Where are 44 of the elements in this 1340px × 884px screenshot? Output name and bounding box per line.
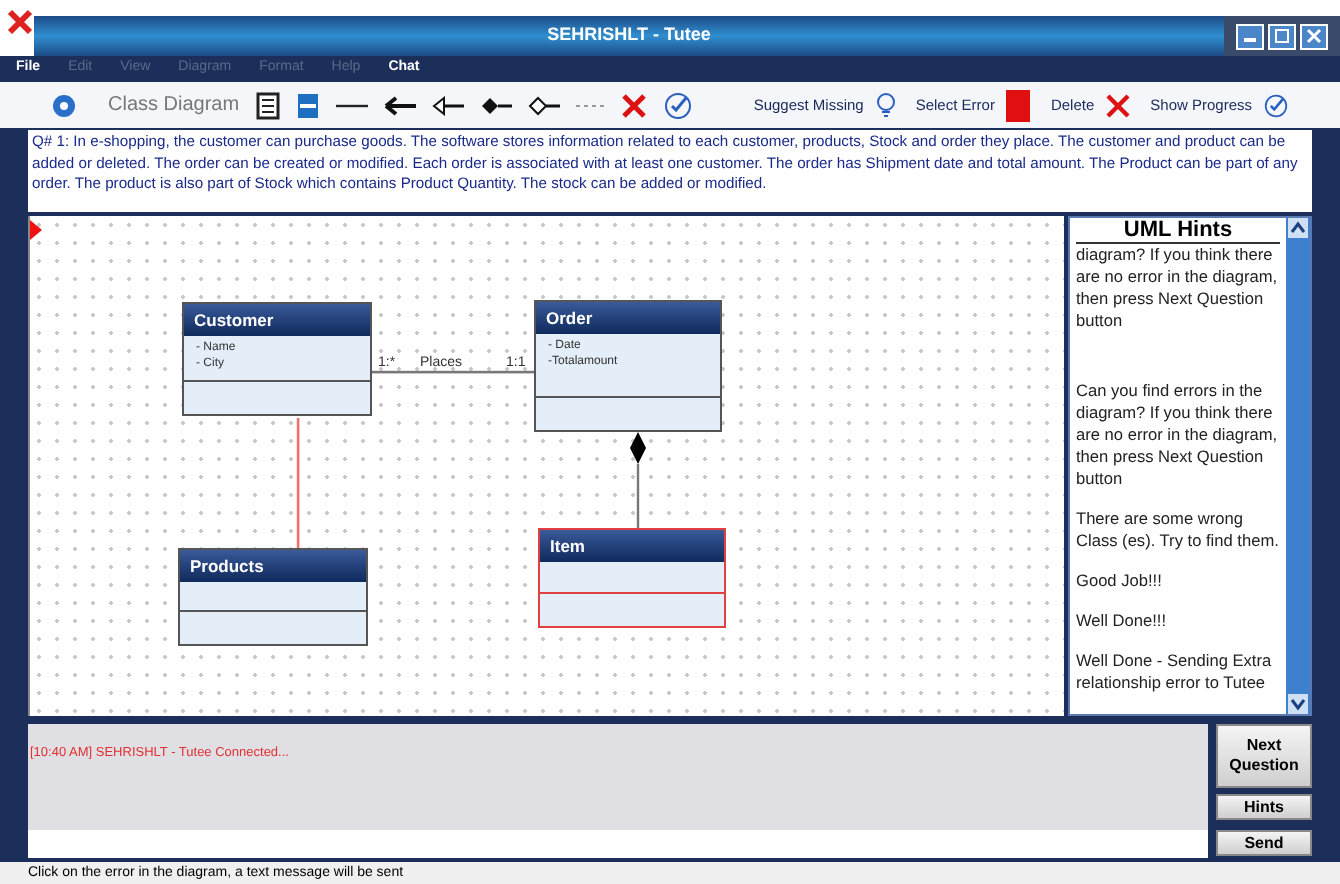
- class-box[interactable]: Item: [538, 528, 726, 628]
- document-icon[interactable]: [255, 91, 280, 119]
- minimize-button[interactable]: [1236, 23, 1264, 49]
- error-marker-icon[interactable]: [1006, 89, 1031, 121]
- chat-input-field[interactable]: [28, 830, 1208, 858]
- delete-tool-icon[interactable]: [619, 91, 648, 119]
- hint-message: There are some wrong Class (es). Try to find them.: [1076, 508, 1280, 552]
- close-button[interactable]: [1300, 23, 1328, 49]
- class-name: Order: [536, 302, 720, 334]
- close-icon: [1306, 28, 1322, 44]
- chat-button[interactable]: Hints: [1216, 794, 1312, 820]
- class-box[interactable]: Products: [178, 548, 368, 646]
- inheritance-tool-icon[interactable]: [431, 95, 464, 115]
- app-logo-icon: [6, 8, 34, 36]
- check-icon[interactable]: [663, 91, 692, 119]
- diagram-type-label: Class Diagram: [108, 92, 240, 120]
- restore-button[interactable]: [1268, 23, 1296, 49]
- delete-icon[interactable]: [1106, 93, 1131, 117]
- class-name: Customer: [184, 304, 370, 336]
- chat-button[interactable]: Send: [1216, 830, 1312, 856]
- hint-message: Well Done!!!: [1076, 610, 1169, 632]
- class-name: Item: [540, 530, 724, 562]
- aggregation-tool-icon[interactable]: [527, 95, 560, 115]
- class-name: Products: [180, 550, 366, 582]
- help-icon[interactable]: [52, 93, 76, 117]
- scroll-down-icon[interactable]: [1288, 694, 1308, 714]
- lightbulb-icon[interactable]: [875, 92, 896, 118]
- chat-button[interactable]: Next Question: [1216, 724, 1312, 788]
- arrow-tool-icon[interactable]: [383, 95, 416, 115]
- check-icon[interactable]: [1264, 93, 1288, 117]
- scrollbar[interactable]: [1286, 218, 1310, 714]
- canvas-corner-marker-icon: [30, 220, 42, 240]
- composition-connector[interactable]: [630, 432, 646, 528]
- hints-title: UML Hints: [1076, 218, 1280, 244]
- hint-message: Can you find errors in the diagram? If you think there are no error in the diagram, then press Next Question button: [1076, 380, 1280, 490]
- restore-icon: [1274, 28, 1290, 44]
- window-title: SEHRISHLT - Tutee: [547, 22, 711, 49]
- association-line[interactable]: [372, 370, 534, 374]
- scroll-up-icon[interactable]: [1288, 218, 1308, 238]
- hint-message: Good Job!!!: [1076, 570, 1164, 592]
- save-icon[interactable]: [295, 91, 320, 119]
- composition-tool-icon[interactable]: [479, 95, 512, 115]
- hint-message: Well Done - Sending Extra relationship error to Tutee: [1076, 650, 1274, 694]
- hint-message: diagram? If you think there are no error in the diagram, then press Next Question button: [1076, 244, 1280, 332]
